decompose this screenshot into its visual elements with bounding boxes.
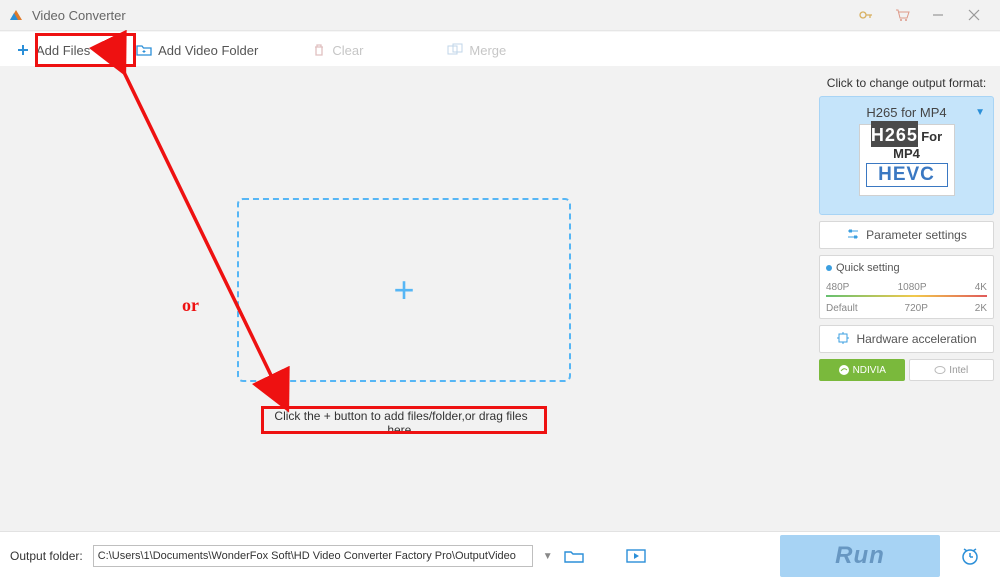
tick-480p: 480P <box>826 282 849 293</box>
nvidia-badge[interactable]: NDIVIA <box>819 359 905 381</box>
tick-720p: 720P <box>905 303 928 314</box>
output-format-hint: Click to change output format: <box>819 76 994 90</box>
badge-line3: HEVC <box>866 163 948 187</box>
folder-plus-icon <box>136 43 152 57</box>
add-folder-label: Add Video Folder <box>158 43 258 58</box>
nvidia-label: NDIVIA <box>853 365 886 376</box>
merge-button[interactable]: Merge <box>435 32 518 68</box>
hardware-acceleration-button[interactable]: Hardware acceleration <box>819 325 994 353</box>
clear-label: Clear <box>332 43 363 58</box>
hw-accel-label: Hardware acceleration <box>856 332 976 346</box>
sliders-icon <box>846 227 860 244</box>
tick-2k: 2K <box>975 303 987 314</box>
side-panel: Click to change output format: H265 for … <box>813 66 1000 532</box>
titlebar: Video Converter <box>0 0 1000 31</box>
merge-icon <box>447 43 463 57</box>
drop-plus-icon: + <box>393 269 414 311</box>
quality-slider[interactable] <box>826 295 987 297</box>
clear-button[interactable]: Clear <box>300 32 375 68</box>
intel-badge[interactable]: Intel <box>909 359 995 381</box>
alarm-button[interactable] <box>950 545 990 567</box>
format-badge: H265 For MP4 HEVC <box>859 124 955 196</box>
content-area: + Click the + button to add files/folder… <box>0 66 813 532</box>
tick-4k: 4K <box>975 282 987 293</box>
annotation-box-hint <box>261 406 547 434</box>
close-button[interactable] <box>956 0 992 30</box>
tick-default: Default <box>826 303 858 314</box>
annotation-or-text: or <box>182 295 199 316</box>
cart-icon[interactable] <box>884 0 920 30</box>
parameter-settings-label: Parameter settings <box>866 228 967 242</box>
run-label: Run <box>835 542 885 570</box>
quick-setting-box[interactable]: Quick setting 480P 1080P 4K Default 720P… <box>819 255 994 319</box>
parameter-settings-button[interactable]: Parameter settings <box>819 221 994 249</box>
add-video-folder-button[interactable]: Add Video Folder <box>124 32 270 68</box>
open-folder-button[interactable] <box>563 547 585 565</box>
key-icon[interactable] <box>848 0 884 30</box>
app-logo-icon <box>8 7 24 23</box>
chevron-down-icon: ▼ <box>975 107 985 118</box>
output-format-name: H265 for MP4 <box>866 105 946 120</box>
tick-1080p: 1080P <box>898 282 927 293</box>
trash-icon <box>312 43 326 57</box>
output-format-selector[interactable]: H265 for MP4 ▼ H265 For MP4 HEVC <box>819 96 994 215</box>
bottom-bar: Output folder: ▼ Run <box>0 531 1000 580</box>
quick-setting-title: Quick setting <box>826 262 987 274</box>
output-folder-input[interactable] <box>93 545 533 567</box>
drop-zone[interactable]: + <box>237 198 571 382</box>
minimize-button[interactable] <box>920 0 956 30</box>
chip-icon <box>836 331 850 348</box>
video-folder-button[interactable] <box>625 547 647 565</box>
toolbar: Add Files ▼ Add Video Folder Clear Merge <box>0 31 1000 69</box>
merge-label: Merge <box>469 43 506 58</box>
run-button[interactable]: Run <box>780 535 940 577</box>
intel-label: Intel <box>949 365 968 376</box>
annotation-box-add-files <box>35 33 136 67</box>
output-folder-label: Output folder: <box>10 549 83 563</box>
output-folder-dropdown[interactable]: ▼ <box>543 551 553 562</box>
app-title: Video Converter <box>32 8 126 23</box>
plus-icon <box>16 43 30 57</box>
app-window: Video Converter Add Files ▼ Add Video Fo… <box>0 0 1000 580</box>
